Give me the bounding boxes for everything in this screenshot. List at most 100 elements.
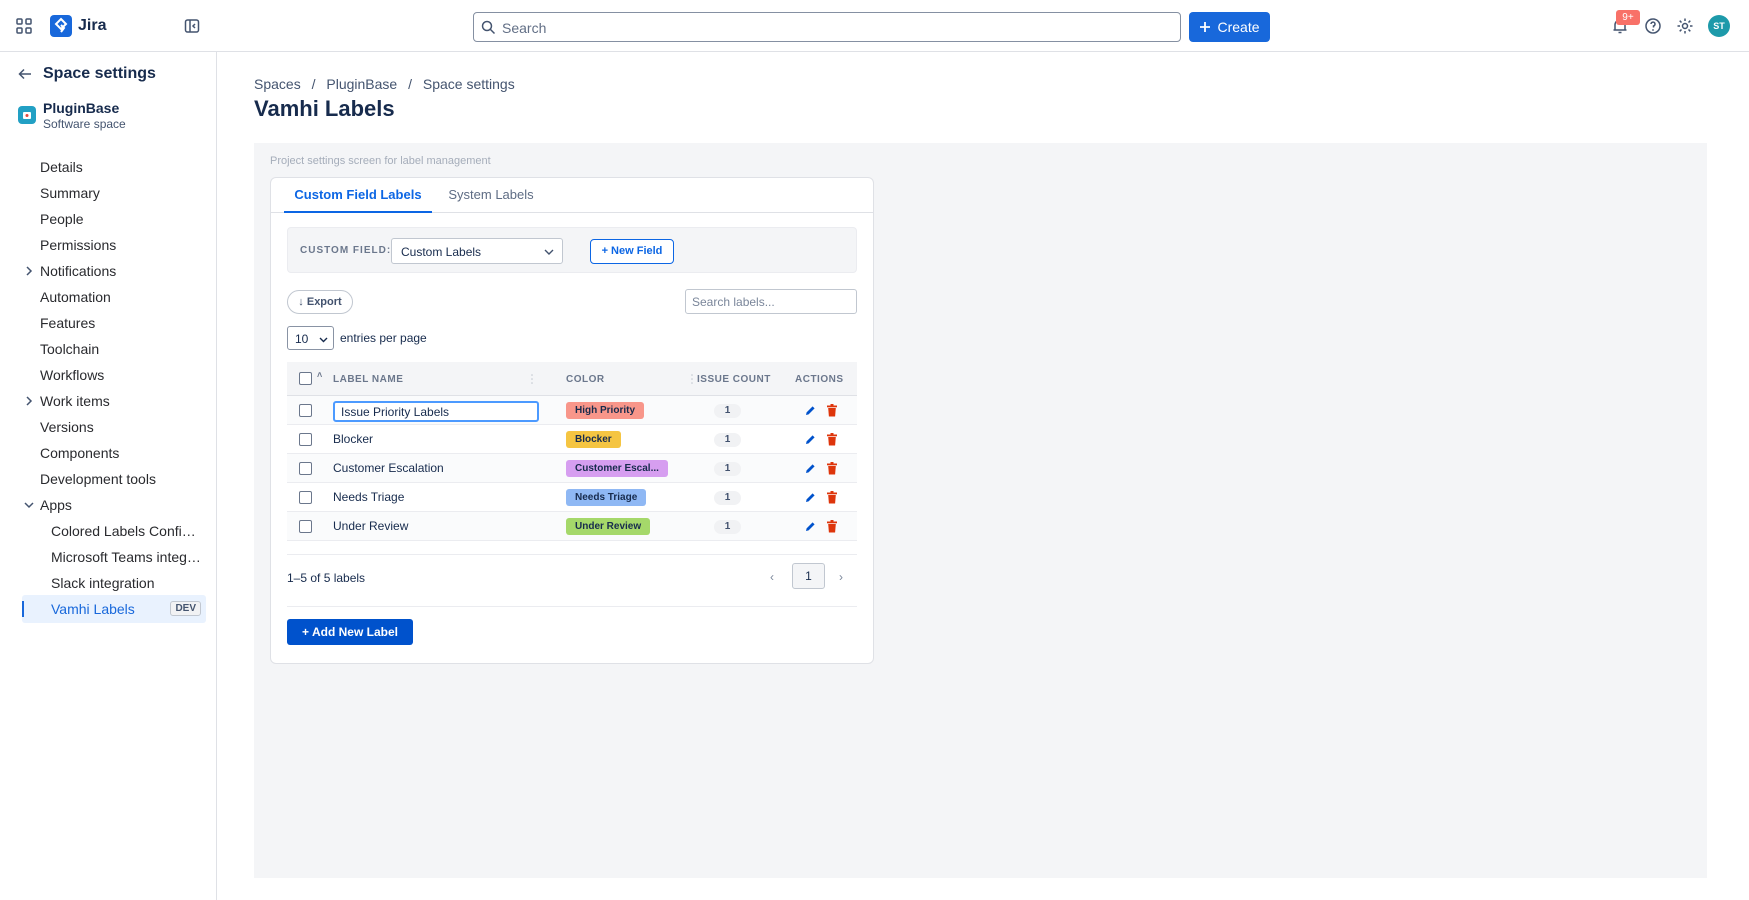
chevron-down-icon[interactable] [22,498,36,512]
custom-field-label: CUSTOM FIELD: [300,245,392,256]
sidebar-item-label: Development tools [40,471,156,487]
table-row[interactable]: Under Review Under Review 1 [287,512,857,541]
custom-field-select-value: Custom Labels [401,245,482,259]
column-header-label-name[interactable]: LABEL NAME [333,374,403,385]
row-checkbox[interactable] [299,433,312,446]
issue-count-badge: 1 [714,491,741,505]
table-row[interactable]: Needs Triage Needs Triage 1 [287,483,857,512]
breadcrumb-spaces[interactable]: Spaces [254,76,301,92]
chevron-right-icon[interactable] [22,394,36,408]
create-button[interactable]: Create [1189,12,1270,42]
sidebar-item-label: Components [40,445,120,461]
row-checkbox[interactable] [299,462,312,475]
tab-custom-field-labels[interactable]: Custom Field Labels [284,178,432,213]
entries-per-page-label: entries per page [340,331,427,345]
sidebar-item-components[interactable]: Components [22,439,206,467]
sidebar-app-slack[interactable]: Slack integration [22,569,206,597]
label-name-edit-input[interactable]: Issue Priority Labels [333,401,539,422]
sidebar-item-label: Details [40,159,83,175]
delete-trash-icon[interactable] [826,433,838,446]
edit-pencil-icon[interactable] [804,433,817,446]
edit-pencil-icon[interactable] [804,491,817,504]
issue-count-badge: 1 [714,520,741,534]
project-avatar-icon [18,106,36,124]
sidebar-item-workflows[interactable]: Workflows [22,361,206,389]
table-row[interactable]: Blocker Blocker 1 [287,425,857,454]
sidebar-item-label: Versions [40,419,94,435]
divider [287,554,857,555]
sidebar-item-versions[interactable]: Versions [22,413,206,441]
page-title: Vamhi Labels [254,96,395,121]
sidebar: Space settings PluginBase Software space… [0,52,217,900]
add-new-label-button[interactable]: + Add New Label [287,619,413,645]
user-avatar[interactable]: ST [1708,15,1730,37]
sidebar-item-label: Work items [40,393,110,409]
pagination-page-button[interactable]: 1 [792,563,825,589]
label-management-card: Custom Field Labels System Labels CUSTOM… [270,177,874,664]
color-pill: Needs Triage [566,489,647,506]
delete-trash-icon[interactable] [826,491,838,504]
settings-gear-icon[interactable] [1676,17,1694,35]
breadcrumb-project[interactable]: PluginBase [326,76,397,92]
pagination-prev-button[interactable]: ‹ [770,570,774,584]
sort-indicator: ˄ [317,370,323,380]
search-placeholder: Search [502,20,547,36]
column-header-actions: ACTIONS [795,374,844,385]
edit-pencil-icon[interactable] [804,404,817,417]
sidebar-item-summary[interactable]: Summary [22,179,206,207]
row-checkbox[interactable] [299,491,312,504]
jira-logo-icon[interactable] [50,15,72,37]
sidebar-item-toolchain[interactable]: Toolchain [22,335,206,363]
table-row[interactable]: Customer Escalation Customer Escal... 1 [287,454,857,483]
sidebar-item-label: Permissions [40,237,117,253]
search-labels-input[interactable]: Search labels... [685,289,857,314]
label-name: Under Review [333,519,409,533]
delete-trash-icon[interactable] [826,462,838,475]
app-switcher-icon[interactable] [16,18,32,34]
sidebar-title: Space settings [43,65,156,82]
edit-pencil-icon[interactable] [804,462,817,475]
column-resize-handle[interactable] [691,372,693,386]
table-row[interactable]: Issue Priority Labels High Priority 1 [287,396,857,425]
color-pill: Blocker [566,431,621,448]
sidebar-item-details[interactable]: Details [22,153,206,181]
sidebar-app-colored-labels[interactable]: Colored Labels Config... [22,517,206,545]
sidebar-item-people[interactable]: People [22,205,206,233]
delete-trash-icon[interactable] [826,404,838,417]
new-field-button[interactable]: + New Field [590,239,674,264]
sidebar-item-work-items[interactable]: Work items [22,387,206,415]
sidebar-item-permissions[interactable]: Permissions [22,231,206,259]
back-arrow-icon[interactable] [17,66,33,82]
collapse-sidebar-icon[interactable] [184,18,200,34]
app-brand-name[interactable]: Jira [78,17,106,35]
export-button[interactable]: ↓ Export [287,290,353,314]
sidebar-app-vamhi-labels[interactable]: Vamhi Labels DEV [22,595,206,623]
issue-count-badge: 1 [714,462,741,476]
row-checkbox[interactable] [299,404,312,417]
column-header-color[interactable]: COLOR [566,374,605,385]
tab-system-labels[interactable]: System Labels [441,178,541,213]
sidebar-item-label: Slack integration [51,575,155,591]
breadcrumb-space-settings[interactable]: Space settings [423,76,515,92]
global-search-input[interactable]: Search [473,12,1181,42]
custom-field-select[interactable]: Custom Labels [391,238,563,264]
chevron-right-icon[interactable] [22,264,36,278]
entries-per-page-select[interactable]: 10 [287,326,334,350]
row-checkbox[interactable] [299,520,312,533]
pagination-next-button[interactable]: › [839,570,843,584]
column-header-issue-count[interactable]: ISSUE COUNT [697,374,771,385]
search-icon [481,20,496,35]
sidebar-item-features[interactable]: Features [22,309,206,337]
delete-trash-icon[interactable] [826,520,838,533]
sidebar-item-automation[interactable]: Automation [22,283,206,311]
sidebar-item-development-tools[interactable]: Development tools [22,465,206,493]
sidebar-item-label: Automation [40,289,111,305]
sidebar-item-notifications[interactable]: Notifications [22,257,206,285]
sidebar-app-microsoft-teams[interactable]: Microsoft Teams integr... [22,543,206,571]
select-all-checkbox[interactable] [299,372,312,385]
column-resize-handle[interactable] [531,372,533,386]
edit-pencil-icon[interactable] [804,520,817,533]
project-name[interactable]: PluginBase [43,100,119,116]
help-icon[interactable] [1644,17,1662,35]
sidebar-item-apps[interactable]: Apps [22,491,206,519]
